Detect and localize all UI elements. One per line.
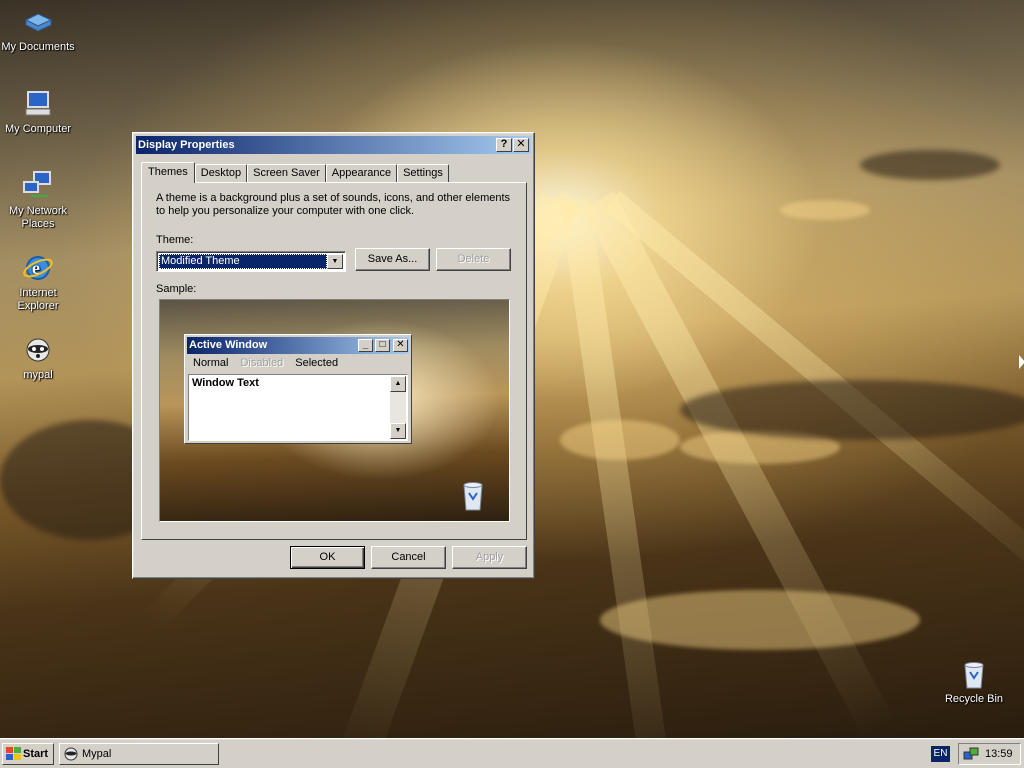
recycle-bin-icon (958, 658, 990, 690)
tab-screen-saver[interactable]: Screen Saver (247, 164, 326, 183)
mypal-raccoon-icon (22, 334, 54, 366)
save-as-button[interactable]: Save As... (355, 248, 430, 271)
desktop-icon-label: My Documents (1, 41, 75, 53)
sample-menu-selected: Selected (295, 357, 339, 369)
taskbar-button-mypal[interactable]: Mypal (59, 743, 219, 765)
sample-active-window: Active Window _ □ ✕ Normal Disabled Sele… (184, 334, 412, 444)
sample-menu-disabled: Disabled (240, 357, 284, 369)
mouse-cursor-icon (1019, 355, 1024, 369)
mypal-raccoon-icon (63, 746, 79, 768)
desktop-icon-internet-explorer[interactable]: e Internet Explorer (0, 252, 76, 313)
windows-flag-icon (6, 747, 21, 761)
clock[interactable]: 13:59 (985, 748, 1013, 760)
theme-label: Theme: (156, 234, 194, 246)
sample-window-text: Window Text (192, 377, 259, 389)
apply-button[interactable]: Apply (452, 546, 527, 569)
desktop-icon-mypal[interactable]: mypal (0, 334, 76, 382)
language-indicator[interactable]: EN (931, 746, 950, 762)
cancel-button[interactable]: Cancel (371, 546, 446, 569)
sample-window-titlebar: Active Window _ □ ✕ (187, 337, 409, 354)
desktop-icon-label: mypal (23, 369, 53, 381)
theme-sample-preview: Active Window _ □ ✕ Normal Disabled Sele… (159, 299, 510, 522)
theme-select-value: Modified Theme (159, 254, 327, 269)
sample-window-text-area: Window Text ▲ ▼ (188, 374, 408, 441)
minimize-icon: _ (358, 339, 373, 352)
my-computer-icon (22, 88, 54, 120)
scroll-up-icon: ▲ (390, 376, 406, 392)
tab-strip: Themes Desktop Screen Saver Appearance S… (141, 162, 449, 183)
close-button[interactable]: ✕ (513, 138, 529, 152)
internet-explorer-icon: e (22, 252, 54, 284)
sample-window-title: Active Window (189, 339, 268, 351)
help-button[interactable]: ? (496, 138, 512, 152)
system-tray: 13:59 (958, 743, 1021, 765)
desktop-icon-recycle-bin[interactable]: Recycle Bin (936, 658, 1012, 706)
network-places-icon (22, 170, 54, 202)
close-icon: ✕ (393, 339, 408, 352)
taskbar: Start Mypal EN 13:59 (0, 738, 1024, 768)
maximize-icon: □ (375, 339, 390, 352)
desktop-icon-label: Recycle Bin (944, 693, 1004, 705)
chevron-down-icon[interactable]: ▼ (327, 254, 343, 269)
theme-select[interactable]: Modified Theme ▼ (156, 251, 346, 272)
tab-desktop[interactable]: Desktop (194, 164, 248, 183)
taskbar-button-label: Mypal (82, 748, 112, 760)
network-tray-icon[interactable] (963, 746, 979, 768)
desktop-icon-label: My Network Places (8, 205, 68, 230)
sample-menu-normal: Normal (193, 357, 229, 369)
tab-themes[interactable]: Themes (141, 162, 195, 183)
desktop-icon-network-places[interactable]: My Network Places (0, 170, 76, 231)
my-documents-icon (22, 6, 54, 38)
close-icon: ✕ (516, 138, 526, 150)
tab-appearance[interactable]: Appearance (325, 164, 398, 183)
desktop-icon-label: My Computer (4, 123, 72, 135)
scroll-down-icon: ▼ (390, 423, 406, 439)
sample-label: Sample: (156, 283, 197, 295)
theme-description: A theme is a background plus a set of so… (156, 192, 511, 217)
tab-settings[interactable]: Settings (397, 164, 449, 183)
start-button[interactable]: Start (2, 743, 54, 765)
desktop-icon-label: Internet Explorer (17, 287, 59, 312)
desktop-icon-my-documents[interactable]: My Documents (0, 6, 76, 54)
start-label: Start (23, 748, 49, 760)
ok-button[interactable]: OK (290, 546, 365, 569)
desktop-icon-my-computer[interactable]: My Computer (0, 88, 76, 136)
delete-button[interactable]: Delete (436, 248, 511, 271)
sample-menu-bar: Normal Disabled Selected (187, 356, 344, 371)
dialog-titlebar[interactable]: Display Properties ? ✕ (136, 136, 531, 154)
sample-scrollbar: ▲ ▼ (390, 376, 406, 439)
dialog-title: Display Properties (138, 139, 235, 151)
sample-recycle-bin-icon (460, 480, 486, 515)
